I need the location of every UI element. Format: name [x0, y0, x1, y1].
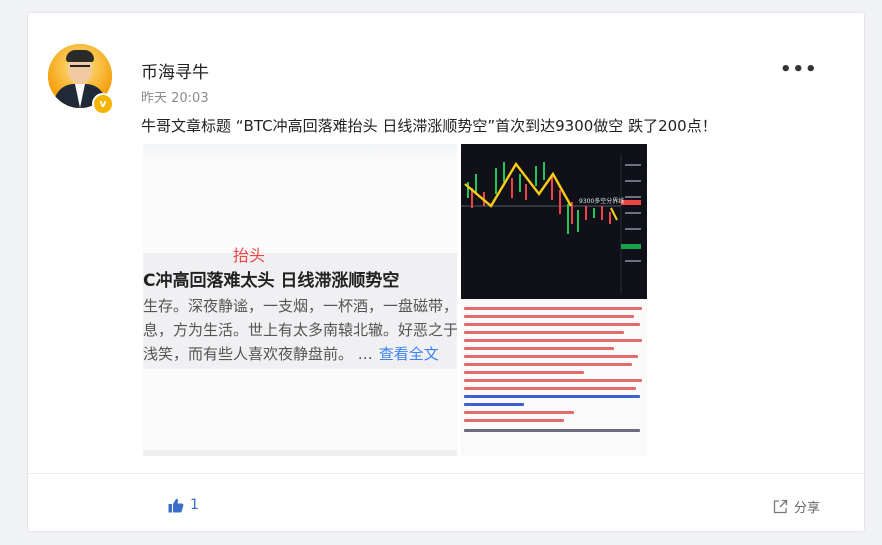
candlestick-chart-image: 9300多空分界线: [461, 144, 647, 299]
text-line: [464, 387, 636, 390]
text-line: [464, 395, 640, 398]
chart-caption-text-image: [461, 301, 647, 456]
share-label: 分享: [794, 501, 821, 516]
text-line: [464, 355, 638, 358]
more-icon[interactable]: •••: [780, 59, 818, 80]
text-line: [464, 429, 640, 432]
image-bottom-band: [143, 450, 457, 456]
chart-line-label: 9300多空分界线: [579, 198, 625, 205]
article-headline: C冲高回落难太头 日线滞涨顺势空: [143, 271, 400, 291]
post-image-chart[interactable]: 9300多空分界线: [461, 144, 647, 456]
text-line: [464, 323, 640, 326]
price-marker: [621, 244, 641, 249]
post-image-article[interactable]: 抬头 C冲高回落难太头 日线滞涨顺势空 生存。深夜静谧，一支烟，一杯酒，一盘磁带…: [143, 144, 457, 456]
post-card: v 币海寻牛 昨天 20:03 ••• 牛哥文章标题 “BTC冲高回落难抬头 日…: [27, 12, 865, 532]
avatar-glasses: [70, 65, 90, 72]
text-line: [464, 307, 642, 310]
article-line: 息，方为生活。世上有太多南辕北辙。好恶之于: [143, 321, 457, 339]
article-line: 浅笑，而有些人喜欢夜静盘前。 … 查看全文: [143, 343, 439, 364]
text-line: [464, 363, 632, 366]
image-top-band: [143, 144, 457, 160]
share-button[interactable]: 分享: [773, 497, 820, 516]
username[interactable]: 币海寻牛: [141, 58, 209, 83]
article-line-text: 浅笑，而有些人喜欢夜静盘前。 …: [143, 345, 373, 363]
text-line: [464, 419, 564, 422]
footer-divider: [28, 473, 864, 474]
post-time: 昨天 20:03: [141, 91, 209, 106]
annotation-label: 抬头: [233, 246, 266, 265]
article-line: 生存。深夜静谧，一支烟，一杯酒，一盘磁带，: [143, 297, 457, 315]
chart-graphic: [461, 154, 641, 294]
post-text: 牛哥文章标题 “BTC冲高回落难抬头 日线滞涨顺势空”首次到达9300做空 跌了…: [141, 117, 717, 135]
read-more-link[interactable]: 查看全文: [379, 345, 439, 363]
avatar-hair: [66, 50, 94, 62]
like-button[interactable]: 1: [168, 497, 199, 513]
share-icon: [773, 499, 788, 514]
candles-green: [467, 162, 595, 234]
text-line: [464, 371, 584, 374]
zigzag-annotation: [464, 161, 573, 208]
text-line: [464, 379, 642, 382]
text-line: [464, 411, 574, 414]
arrow-annotation: [610, 207, 618, 221]
text-line: [464, 315, 634, 318]
text-line: [464, 403, 524, 406]
text-line: [464, 331, 624, 334]
like-count: 1: [190, 497, 199, 513]
text-line: [464, 347, 614, 350]
thumbs-up-icon: [168, 498, 184, 512]
verified-badge-icon: v: [92, 93, 114, 115]
text-line: [464, 339, 642, 342]
